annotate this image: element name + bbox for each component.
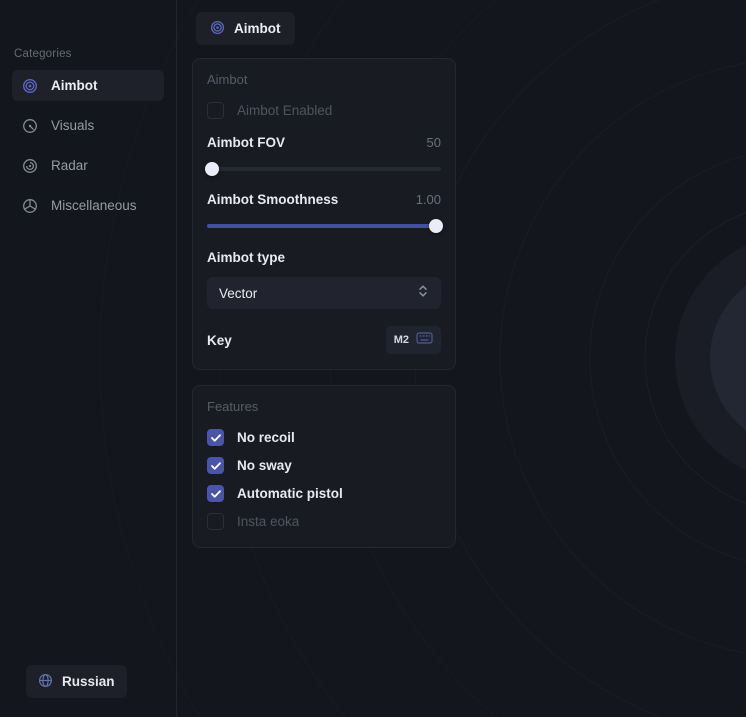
feature-label: No recoil — [237, 430, 295, 445]
sidebar-item-label: Miscellaneous — [51, 198, 137, 213]
aimbot-enabled-checkbox[interactable] — [207, 102, 224, 119]
fov-slider[interactable] — [207, 162, 441, 176]
aimbot-type-label: Aimbot type — [207, 250, 441, 265]
aimbot-enabled-label: Aimbot Enabled — [237, 103, 332, 118]
no-recoil-checkbox[interactable] — [207, 429, 224, 446]
aimbot-type-select[interactable]: Vector — [207, 277, 441, 309]
feature-row-no-sway: No sway — [207, 457, 441, 474]
key-binding-row: Key M2 — [207, 326, 441, 354]
sidebar-item-miscellaneous[interactable]: Miscellaneous — [12, 190, 164, 221]
fov-slider-track[interactable] — [207, 167, 441, 171]
key-binding-value: M2 — [394, 334, 409, 346]
keyboard-icon — [416, 331, 433, 349]
globe-icon — [38, 673, 53, 691]
sidebar-item-aimbot[interactable]: Aimbot — [12, 70, 164, 101]
smoothness-label: Aimbot Smoothness — [207, 192, 338, 207]
language-button-label: Russian — [62, 674, 115, 689]
category-nav: Aimbot Visuals Radar — [0, 70, 176, 221]
feature-label: Automatic pistol — [237, 486, 343, 501]
sidebar-item-label: Radar — [51, 158, 88, 173]
insta-eoka-checkbox[interactable] — [207, 513, 224, 530]
smoothness-slider[interactable] — [207, 219, 441, 233]
language-button[interactable]: Russian — [26, 665, 127, 698]
chevron-up-down-icon — [417, 284, 429, 303]
key-binding-button[interactable]: M2 — [386, 326, 441, 354]
feature-row-automatic-pistol: Automatic pistol — [207, 485, 441, 502]
feature-label: Insta eoka — [237, 514, 299, 529]
target-icon — [210, 20, 225, 38]
aimbot-type-selected-value: Vector — [219, 286, 257, 301]
panel-title: Aimbot — [207, 72, 441, 87]
feature-row-no-recoil: No recoil — [207, 429, 441, 446]
feature-label: No sway — [237, 458, 292, 473]
aimbot-enabled-row: Aimbot Enabled — [207, 102, 441, 119]
categories-section-label: Categories — [14, 48, 162, 60]
sidebar-item-label: Aimbot — [51, 78, 98, 93]
sidebar-item-radar[interactable]: Radar — [12, 150, 164, 181]
fov-value: 50 — [427, 135, 441, 150]
fov-slider-thumb[interactable] — [205, 162, 219, 176]
features-panel: Features No recoil No sway Automatic pis… — [192, 385, 456, 548]
main-content: Aimbot Aimbot Aimbot Enabled Aimbot FOV … — [177, 0, 746, 717]
sphere-icon — [22, 198, 38, 214]
sidebar-item-label: Visuals — [51, 118, 94, 133]
tab-aimbot[interactable]: Aimbot — [196, 12, 295, 45]
smoothness-slider-fill — [207, 224, 441, 228]
fov-label: Aimbot FOV — [207, 135, 285, 150]
smoothness-slider-thumb[interactable] — [429, 219, 443, 233]
sidebar-item-visuals[interactable]: Visuals — [12, 110, 164, 141]
key-label: Key — [207, 333, 232, 348]
aimbot-panel: Aimbot Aimbot Enabled Aimbot FOV 50 Aimb… — [192, 58, 456, 370]
panel-title: Features — [207, 399, 441, 414]
tab-label: Aimbot — [234, 21, 281, 36]
radar-icon — [22, 158, 38, 174]
smoothness-value: 1.00 — [416, 192, 441, 207]
target-icon — [22, 78, 38, 94]
feature-row-insta-eoka: Insta eoka — [207, 513, 441, 530]
sidebar: Categories Aimbot Visuals — [0, 0, 177, 717]
no-sway-checkbox[interactable] — [207, 457, 224, 474]
automatic-pistol-checkbox[interactable] — [207, 485, 224, 502]
eye-icon — [22, 118, 38, 134]
